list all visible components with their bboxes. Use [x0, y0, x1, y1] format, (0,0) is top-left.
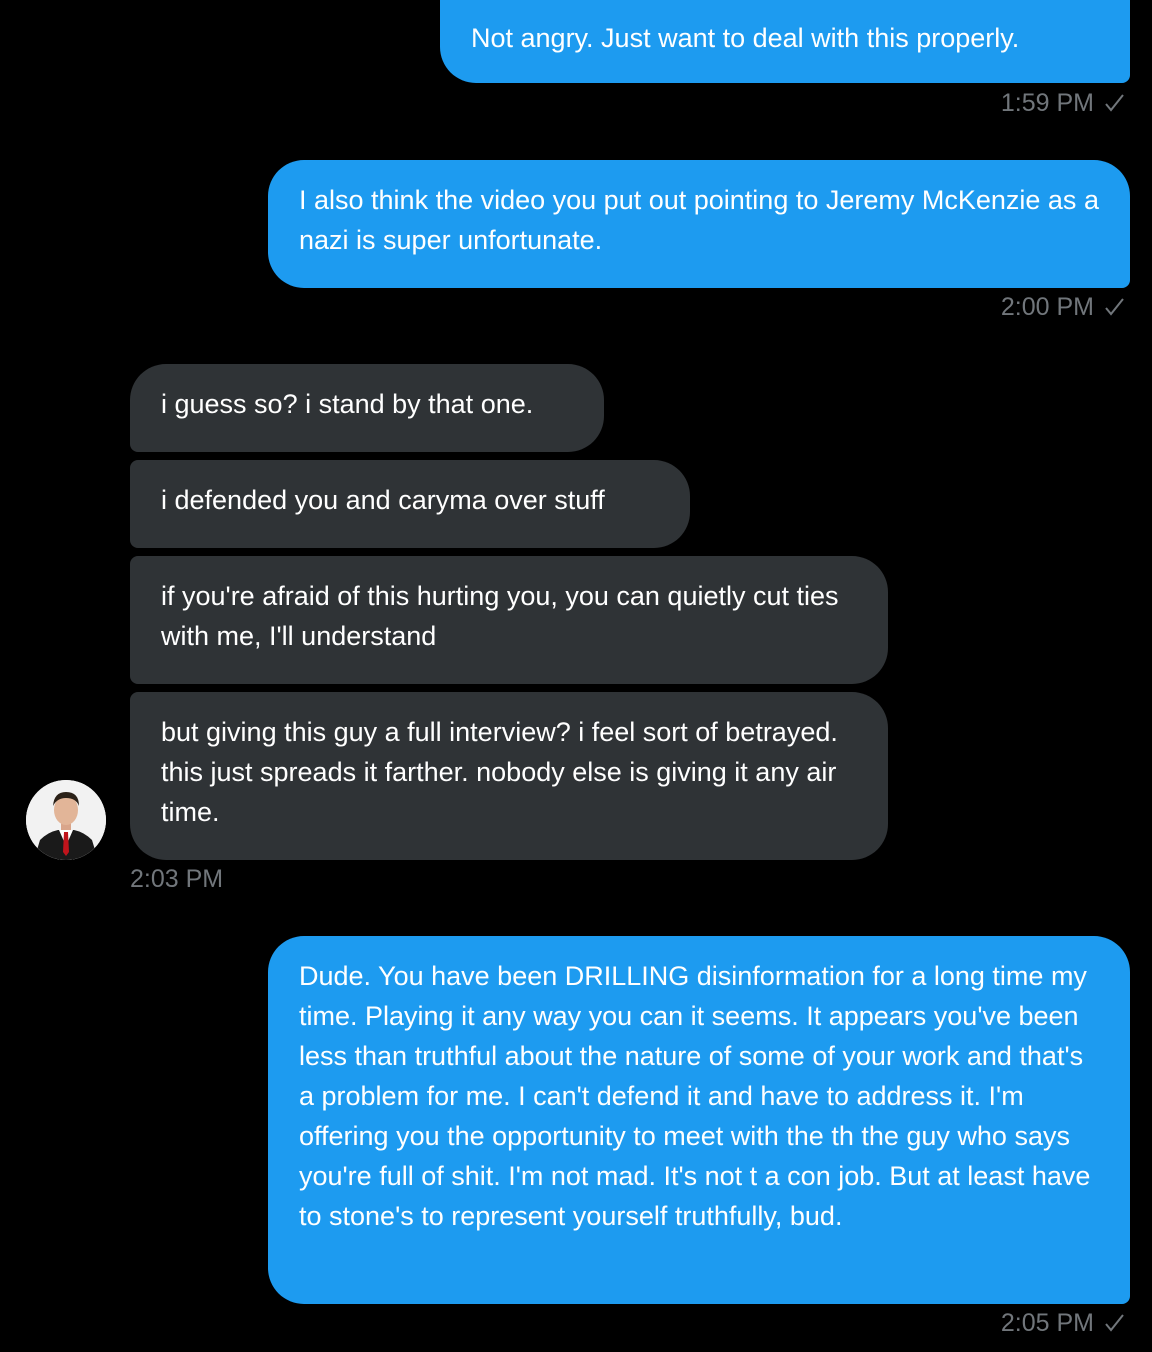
incoming-message-bubble[interactable]: but giving this guy a full interview? i … [130, 692, 888, 860]
timestamp-text: 2:03 PM [130, 865, 224, 893]
message-timestamp: 2:03 PM [130, 864, 223, 894]
timestamp-text: 1:59 PM [1000, 89, 1094, 117]
outgoing-message-bubble[interactable]: Not angry. Just want to deal with this p… [440, 0, 1130, 83]
message-timestamp: 2:05 PM [1001, 1308, 1126, 1338]
avatar-photo-icon [26, 780, 106, 860]
incoming-message-bubble[interactable]: i defended you and caryma over stuff [130, 460, 690, 548]
check-icon [1105, 1314, 1124, 1332]
outgoing-message-bubble[interactable]: I also think the video you put out point… [268, 160, 1130, 288]
outgoing-message-bubble[interactable]: Dude. You have been DRILLING disinformat… [268, 936, 1130, 1304]
sender-avatar[interactable] [26, 780, 106, 860]
message-timestamp: 1:59 PM [1001, 88, 1126, 118]
message-timestamp: 2:00 PM [1001, 292, 1126, 322]
timestamp-text: 2:00 PM [1000, 293, 1094, 321]
check-icon [1105, 94, 1124, 112]
incoming-message-bubble[interactable]: if you're afraid of this hurting you, yo… [130, 556, 888, 684]
incoming-message-bubble[interactable]: i guess so? i stand by that one. [130, 364, 604, 452]
timestamp-text: 2:05 PM [1000, 1309, 1094, 1337]
check-icon [1105, 298, 1124, 316]
